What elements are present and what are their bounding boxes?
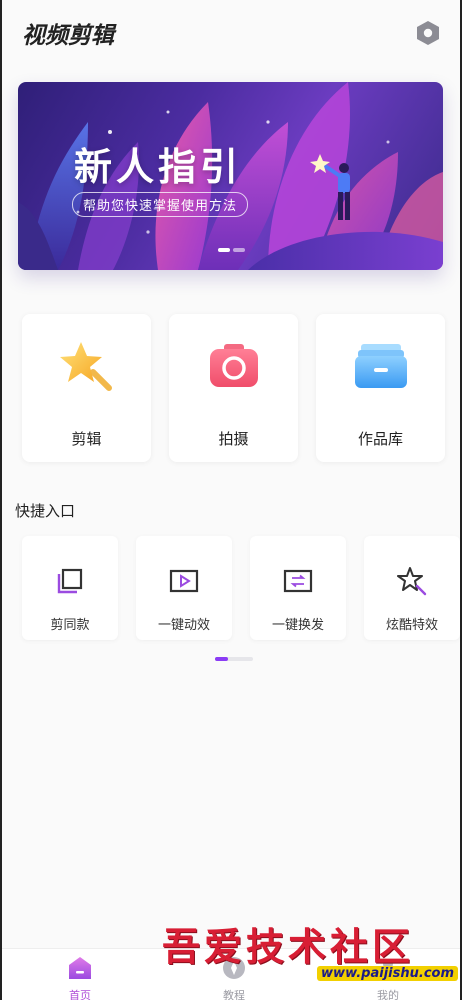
nav-home-label: 首页 [69,989,91,1000]
guide-banner[interactable]: 新人指引 帮助您快速掌握使用方法 [18,82,443,270]
play-frame-icon [169,569,199,593]
quick-item-hair-swap[interactable]: 一键换发 [250,536,346,640]
banner-pager [218,248,245,252]
works-card-label: 作品库 [357,430,403,448]
settings-hexagon-icon [417,21,439,45]
quick-item-animate[interactable]: 一键动效 [136,536,232,640]
quick-item-label: 一键换发 [271,618,324,633]
nav-profile-label: 我的 [377,989,399,1000]
shoot-card-label: 拍摄 [218,430,249,448]
star-wand-icon [59,342,112,391]
quick-entry-scroll-indicator [215,657,253,661]
profile-icon [378,959,398,979]
quick-item-label: 剪同款 [50,618,90,633]
edit-card-label: 剪辑 [71,430,102,448]
home-icon [69,957,91,979]
quick-entry-title: 快捷入口 [15,502,76,520]
quick-item-label: 一键动效 [157,618,210,633]
nav-tutorial[interactable]: 教程 [194,955,274,1000]
copy-layers-icon [57,568,83,594]
banner-subtitle: 帮助您快速掌握使用方法 [72,192,249,217]
settings-button[interactable] [416,20,440,46]
main-feature-cards: 剪辑 拍摄 作品库 [22,314,445,462]
scroll-indicator-fill [215,657,228,661]
quick-item-same-style[interactable]: 剪同款 [22,536,118,640]
bottom-nav: 首页 教程 我的 [2,948,460,1000]
banner-headline: 新人指引 [74,145,243,189]
pager-dot-active [218,248,230,252]
quick-item-cool-effects[interactable]: 炫酷特效 [364,536,460,640]
quick-entry-row: 剪同款 一键动效 一键换发 炫酷特效 [22,536,462,640]
home-screen: 视频剪辑 新人指引 帮助您快速掌握使用方法 剪辑 拍摄 作品库 快捷入口 剪同款… [0,0,462,1000]
folder-icon [354,344,407,388]
pager-dot [233,248,245,252]
app-title: 视频剪辑 [22,23,114,49]
top-bar: 视频剪辑 [2,0,460,66]
quick-item-label: 炫酷特效 [385,618,438,633]
magic-star-icon [397,567,427,596]
works-card[interactable]: 作品库 [316,314,445,462]
camera-icon [209,344,258,387]
swap-frame-icon [283,569,313,593]
nav-tutorial-label: 教程 [223,989,245,1000]
nav-profile[interactable]: 我的 [348,955,428,1000]
edit-card[interactable]: 剪辑 [22,314,151,462]
nav-home[interactable]: 首页 [40,955,120,1000]
compass-icon [223,957,245,979]
shoot-card[interactable]: 拍摄 [169,314,298,462]
